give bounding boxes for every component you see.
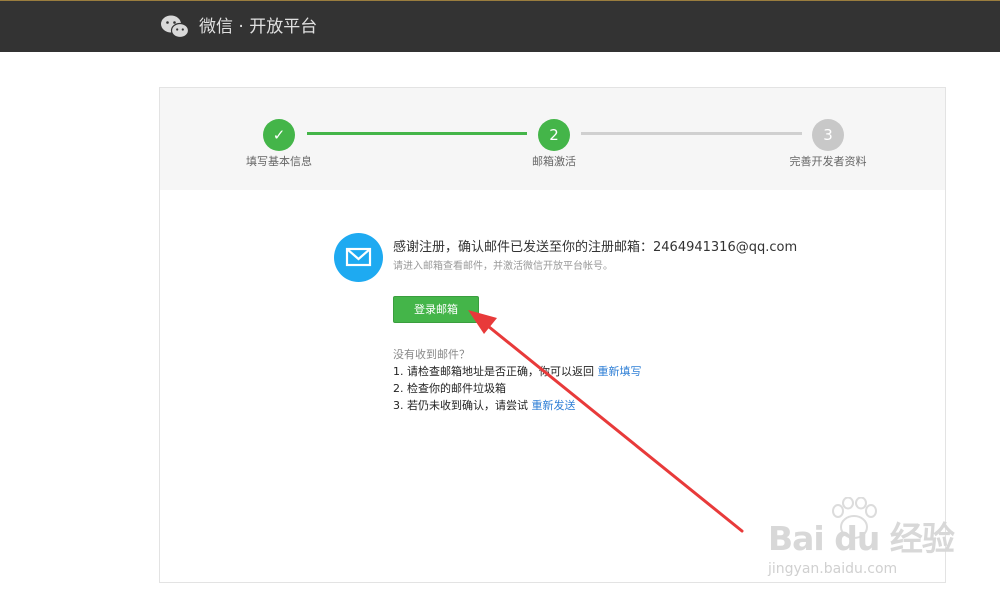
step-1-check-icon: ✓ [263, 119, 295, 151]
help-question: 没有收到邮件？ [393, 348, 470, 361]
step-1-label: 填写基本信息 [246, 155, 312, 168]
refill-link[interactable]: 重新填写 [598, 365, 642, 378]
progress-steps: ✓ 2 3 填写基本信息 邮箱激活 完善开发者资料 [160, 88, 945, 190]
resend-link[interactable]: 重新发送 [532, 399, 576, 412]
login-mailbox-button[interactable]: 登录邮箱 [393, 296, 479, 323]
confirmation-message: 感谢注册，确认邮件已发送至你的注册邮箱：2464941316@qq.com [393, 240, 798, 255]
help-item-2: 2. 检查你的邮件垃圾箱 [393, 382, 506, 395]
watermark-text: Bai du 经验 [768, 519, 955, 558]
watermark-url: jingyan.baidu.com [768, 561, 898, 577]
wechat-icon[interactable] [160, 14, 190, 40]
help-item-3: 3. 若仍未收到确认，请尝试 重新发送 [393, 397, 642, 414]
step-3-marker: 3 [812, 119, 844, 151]
help-section: 没有收到邮件？ 1. 请检查邮箱地址是否正确，你可以返回 重新填写 2. 检查你… [393, 346, 642, 414]
platform-brand[interactable]: 微信 · 开放平台 [199, 16, 317, 38]
help-item-1: 1. 请检查邮箱地址是否正确，你可以返回 重新填写 [393, 363, 642, 380]
step-connector-completed [307, 132, 527, 135]
step-2-label: 邮箱激活 [532, 155, 576, 168]
confirmation-subtitle: 请进入邮箱查看邮件，并激活微信开放平台帐号。 [393, 261, 613, 272]
step-3-label: 完善开发者资料 [789, 155, 867, 168]
help-item-3-text: 3. 若仍未收到确认，请尝试 [393, 399, 532, 412]
step-connector-pending [581, 132, 802, 135]
help-item-1-text: 1. 请检查邮箱地址是否正确，你可以返回 [393, 365, 598, 378]
top-navbar: 微信 · 开放平台 [0, 0, 1000, 52]
mail-icon [334, 233, 383, 282]
step-2-marker: 2 [538, 119, 570, 151]
